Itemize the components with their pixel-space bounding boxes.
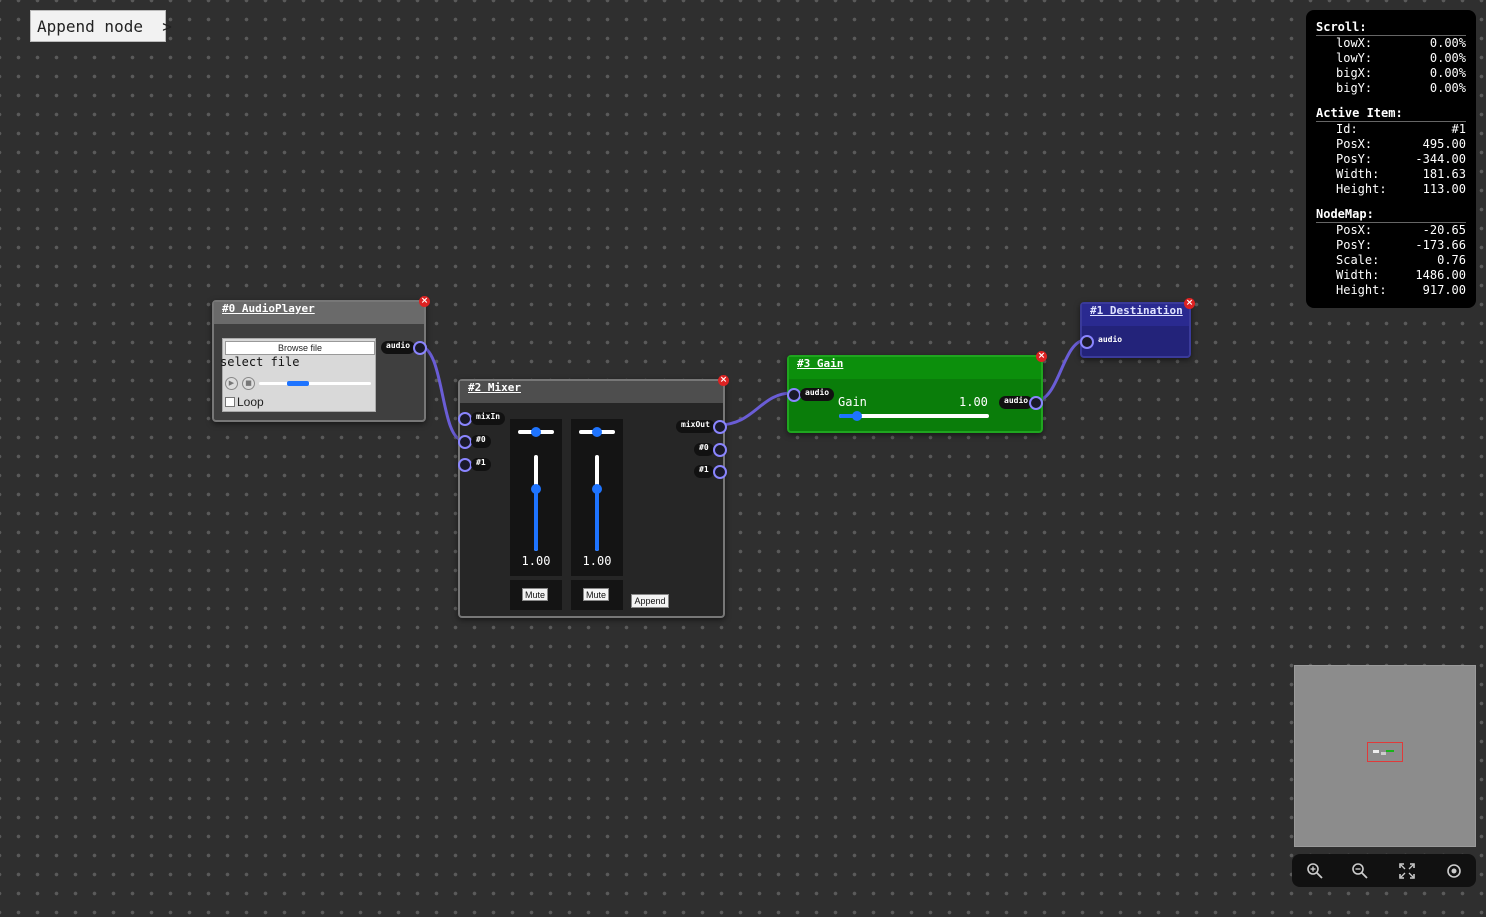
info-row: lowY: 0.00% xyxy=(1336,51,1466,65)
info-row: bigY: 0.00% xyxy=(1336,81,1466,95)
fit-screen-icon[interactable] xyxy=(1398,862,1416,880)
input-port-mixin[interactable] xyxy=(458,412,472,426)
port-label: #1 xyxy=(694,465,714,478)
output-port-0[interactable] xyxy=(713,443,727,457)
volume-slider-fill xyxy=(534,488,538,551)
browse-file-button[interactable]: Browse file xyxy=(225,341,375,355)
minimap-node xyxy=(1381,752,1386,755)
gain-node[interactable]: #3 Gain × audio Gain 1.00 audio xyxy=(787,351,1047,433)
pan-slider-knob[interactable] xyxy=(592,427,602,437)
close-node-icon[interactable]: × xyxy=(718,375,729,386)
node-title[interactable]: #0 AudioPlayer xyxy=(214,302,424,324)
port-label: #0 xyxy=(471,435,491,448)
port-label: #0 xyxy=(694,443,714,456)
mixer-channel-2: 1.00 xyxy=(571,419,623,576)
mute-button[interactable]: Mute xyxy=(522,588,548,601)
output-port-audio[interactable] xyxy=(1029,396,1043,410)
close-node-icon[interactable]: × xyxy=(1184,298,1195,309)
port-label: #1 xyxy=(471,458,491,471)
pan-slider-knob[interactable] xyxy=(531,427,541,437)
zoom-toolbar xyxy=(1292,854,1476,887)
output-port-1[interactable] xyxy=(713,465,727,479)
input-port-audio[interactable] xyxy=(787,388,801,402)
loop-label: Loop xyxy=(237,395,264,409)
port-label: audio xyxy=(1098,335,1123,344)
volume-slider-knob[interactable] xyxy=(592,483,602,494)
gain-label: Gain xyxy=(838,395,867,409)
node-title[interactable]: #3 Gain xyxy=(789,357,1041,379)
playback-progress[interactable] xyxy=(287,381,310,386)
connection-wires xyxy=(418,338,1087,442)
info-row: PosY: -173.66 xyxy=(1336,238,1466,252)
volume-slider-fill xyxy=(595,488,599,551)
wire-mixer-to-gain xyxy=(717,391,793,427)
info-row: Width: 1486.00 xyxy=(1336,268,1466,282)
gain-slider-knob[interactable] xyxy=(852,411,862,421)
minimap[interactable] xyxy=(1294,665,1476,847)
port-label-audio-out: audio xyxy=(381,341,416,354)
volume-slider-knob[interactable] xyxy=(531,483,541,494)
debug-info-panel: Scroll: lowX: 0.00% lowY: 0.00% bigX: 0.00%… xyxy=(1306,10,1476,308)
port-label: audio xyxy=(999,396,1034,409)
info-row: Scale: 0.76 xyxy=(1336,253,1466,267)
info-row: Id: #1 xyxy=(1336,122,1466,136)
node-title[interactable]: #2 Mixer xyxy=(460,381,723,403)
port-label: mixIn xyxy=(471,412,506,425)
mixer-node[interactable]: #2 Mixer × mixIn #0 #1 mixOut #0 #1 1.00… xyxy=(458,375,729,618)
close-node-icon[interactable]: × xyxy=(1036,351,1047,362)
gain-value: 1.00 xyxy=(959,395,988,409)
close-node-icon[interactable]: × xyxy=(419,296,430,307)
audio-player-panel: Browse file select file ▶ ■ Loop xyxy=(220,338,376,412)
input-port-audio[interactable] xyxy=(1080,335,1094,349)
mute-button[interactable]: Mute xyxy=(583,588,609,601)
center-icon[interactable] xyxy=(1445,862,1463,880)
minimap-node xyxy=(1373,750,1379,753)
port-label: audio xyxy=(800,388,835,401)
play-icon[interactable]: ▶ xyxy=(225,377,238,390)
loop-checkbox[interactable] xyxy=(225,397,235,407)
append-channel-button[interactable]: Append xyxy=(631,594,669,608)
minimap-node xyxy=(1386,750,1394,752)
node-title[interactable]: #1 Destination xyxy=(1082,304,1189,326)
info-row: Height: 917.00 xyxy=(1336,283,1466,297)
mute-area: Mute xyxy=(571,580,623,610)
playback-track[interactable] xyxy=(259,382,371,385)
selected-file-label: select file xyxy=(220,355,300,369)
channel-value: 1.00 xyxy=(582,554,612,568)
zoom-out-icon[interactable] xyxy=(1351,862,1369,880)
info-heading-nodemap: NodeMap: xyxy=(1316,207,1466,223)
info-row: Width: 181.63 xyxy=(1336,167,1466,181)
info-row: PosX: 495.00 xyxy=(1336,137,1466,151)
output-port-audio[interactable] xyxy=(413,341,427,355)
info-heading-active-item: Active Item: xyxy=(1316,106,1466,122)
audio-player-node[interactable]: #0 AudioPlayer × Browse file select file… xyxy=(212,296,430,422)
port-label: mixOut xyxy=(676,420,715,433)
input-port-1[interactable] xyxy=(458,458,472,472)
info-row: bigX: 0.00% xyxy=(1336,66,1466,80)
mixer-channel-1: 1.00 xyxy=(510,419,562,576)
output-port-mixout[interactable] xyxy=(713,420,727,434)
input-port-0[interactable] xyxy=(458,435,472,449)
info-row: PosX: -20.65 xyxy=(1336,223,1466,237)
info-row: Height: 113.00 xyxy=(1336,182,1466,196)
mute-area: Mute xyxy=(510,580,562,610)
channel-value: 1.00 xyxy=(521,554,551,568)
info-heading-scroll: Scroll: xyxy=(1316,20,1466,36)
info-row: lowX: 0.00% xyxy=(1336,36,1466,50)
info-row: PosY: -344.00 xyxy=(1336,152,1466,166)
stop-icon[interactable]: ■ xyxy=(242,377,255,390)
destination-node[interactable]: #1 Destination × audio xyxy=(1080,298,1195,358)
zoom-in-icon[interactable] xyxy=(1306,862,1324,880)
